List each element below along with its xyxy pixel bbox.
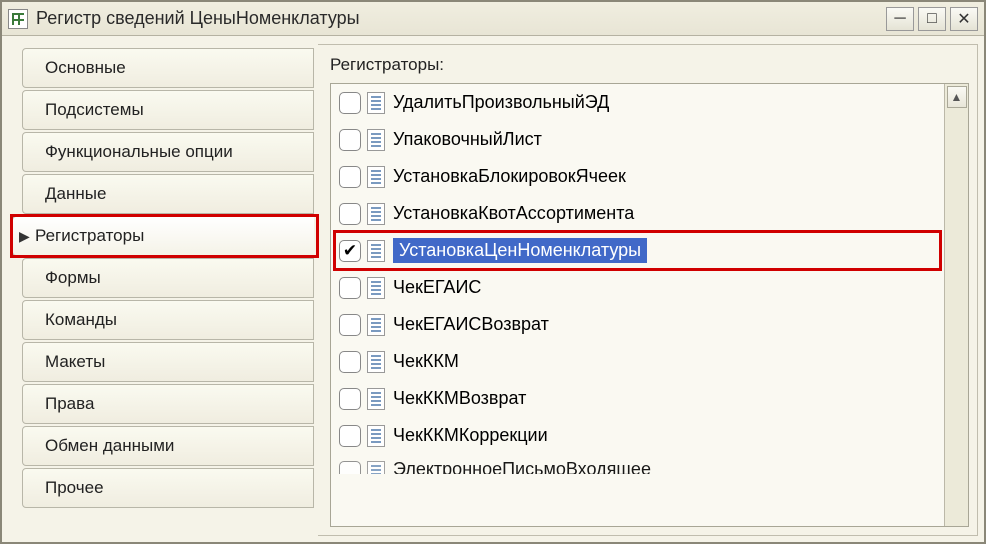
main-panel: Регистраторы: УдалитьПроизвольныйЭД Упак… [318, 44, 978, 536]
active-arrow-icon: ▶ [19, 228, 30, 245]
section-label: Регистраторы: [330, 55, 969, 75]
tab-main[interactable]: Основные [22, 48, 314, 88]
minimize-button[interactable]: ─ [886, 7, 914, 31]
scroll-up-button[interactable]: ▲ [947, 86, 967, 108]
list-item[interactable]: УстановкаБлокировокЯчеек [331, 158, 944, 195]
sidebar: Основные Подсистемы Функциональные опции… [8, 44, 318, 536]
checkbox[interactable] [339, 461, 361, 474]
tab-registrars[interactable]: ▶ Регистраторы [12, 216, 314, 256]
document-icon [367, 129, 385, 151]
tab-label: Функциональные опции [45, 142, 233, 162]
document-icon [367, 314, 385, 336]
list-item[interactable]: ЧекККМКоррекции [331, 417, 944, 454]
checkbox-checked[interactable]: ✔ [339, 240, 361, 262]
checkbox[interactable] [339, 166, 361, 188]
tab-templates[interactable]: Макеты [22, 342, 314, 382]
tab-label: Подсистемы [45, 100, 144, 120]
list-item-label: УстановкаКвотАссортимента [393, 203, 634, 224]
list-item-label: ЧекККМ [393, 351, 459, 372]
document-icon [367, 92, 385, 114]
list-item[interactable]: УстановкаКвотАссортимента [331, 195, 944, 232]
tab-data-exchange[interactable]: Обмен данными [22, 426, 314, 466]
list-item[interactable]: ЧекЕГАИС [331, 269, 944, 306]
maximize-button[interactable]: □ [918, 7, 946, 31]
list-item[interactable]: ЧекККМВозврат [331, 380, 944, 417]
list-item-label: УстановкаЦенНоменклатуры [393, 238, 647, 263]
checkbox[interactable] [339, 388, 361, 410]
list-item[interactable]: УдалитьПроизвольныйЭД [331, 84, 944, 121]
register-grid-icon [8, 9, 28, 29]
document-icon [367, 203, 385, 225]
tab-forms[interactable]: Формы [22, 258, 314, 298]
list-item-label: ЧекККМКоррекции [393, 425, 548, 446]
document-icon [367, 277, 385, 299]
window: Регистр сведений ЦеныНоменклатуры ─ □ ✕ … [0, 0, 986, 544]
list-item-label: УпаковочныйЛист [393, 129, 542, 150]
checkbox[interactable] [339, 351, 361, 373]
document-icon [367, 388, 385, 410]
document-icon [367, 351, 385, 373]
tab-rights[interactable]: Права [22, 384, 314, 424]
tab-subsystems[interactable]: Подсистемы [22, 90, 314, 130]
list-item[interactable]: ЭлектронноеПисьмоВходящее [331, 454, 944, 474]
checkbox[interactable] [339, 425, 361, 447]
tab-label: Прочее [45, 478, 104, 498]
checkbox[interactable] [339, 129, 361, 151]
list-item[interactable]: ЧекККМ [331, 343, 944, 380]
document-icon [367, 425, 385, 447]
tab-label: Основные [45, 58, 126, 78]
registrars-list: УдалитьПроизвольныйЭД УпаковочныйЛист Ус… [331, 84, 944, 526]
tab-functional-options[interactable]: Функциональные опции [22, 132, 314, 172]
content-area: Основные Подсистемы Функциональные опции… [2, 36, 984, 542]
checkbox[interactable] [339, 314, 361, 336]
document-icon [367, 461, 385, 474]
list-item-label: УдалитьПроизвольныйЭД [393, 92, 609, 113]
list-container: УдалитьПроизвольныйЭД УпаковочныйЛист Ус… [330, 83, 969, 527]
list-item-selected[interactable]: ✔ УстановкаЦенНоменклатуры [331, 232, 944, 269]
tab-label: Макеты [45, 352, 105, 372]
titlebar: Регистр сведений ЦеныНоменклатуры ─ □ ✕ [2, 2, 984, 36]
list-item-label: ЧекККМВозврат [393, 388, 526, 409]
list-item-label: ЧекЕГАИС [393, 277, 481, 298]
list-item-label: ЭлектронноеПисьмоВходящее [393, 459, 651, 475]
scrollbar[interactable]: ▲ [944, 84, 968, 526]
list-item-label: УстановкаБлокировокЯчеек [393, 166, 626, 187]
tab-label: Данные [45, 184, 106, 204]
document-icon [367, 166, 385, 188]
list-item[interactable]: УпаковочныйЛист [331, 121, 944, 158]
tab-label: Обмен данными [45, 436, 174, 456]
tab-commands[interactable]: Команды [22, 300, 314, 340]
tab-data[interactable]: Данные [22, 174, 314, 214]
tab-label: Права [45, 394, 94, 414]
window-title: Регистр сведений ЦеныНоменклатуры [36, 8, 882, 29]
checkbox[interactable] [339, 203, 361, 225]
list-item-label: ЧекЕГАИСВозврат [393, 314, 549, 335]
close-button[interactable]: ✕ [950, 7, 978, 31]
tab-label: Формы [45, 268, 101, 288]
tab-label: Команды [45, 310, 117, 330]
checkbox[interactable] [339, 277, 361, 299]
list-item[interactable]: ЧекЕГАИСВозврат [331, 306, 944, 343]
tab-label: Регистраторы [35, 226, 144, 246]
document-icon [367, 240, 385, 262]
tab-other[interactable]: Прочее [22, 468, 314, 508]
checkbox[interactable] [339, 92, 361, 114]
